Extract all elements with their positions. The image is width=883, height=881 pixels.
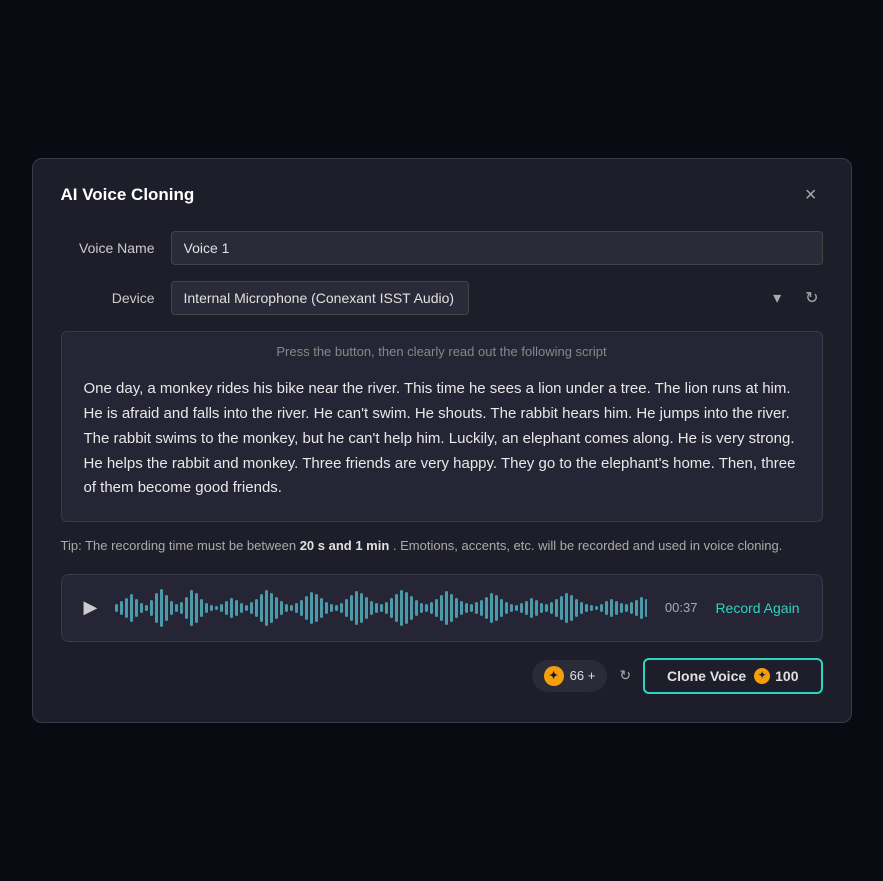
refresh-coins-button[interactable]: ↻ [619,667,631,684]
coin-icon: ✦ [544,666,564,686]
dialog-title: AI Voice Cloning [61,185,195,205]
device-label: Device [61,290,171,306]
script-hint: Press the button, then clearly read out … [62,332,822,367]
device-select[interactable]: Internal Microphone (Conexant ISST Audio… [171,281,469,315]
clone-voice-button[interactable]: Clone Voice ✦ 100 [643,658,822,694]
device-row: Device Internal Microphone (Conexant ISS… [61,281,823,315]
device-select-wrapper: Internal Microphone (Conexant ISST Audio… [171,281,792,315]
tip-bold: 20 s and 1 min [300,538,390,553]
voice-name-row: Voice Name [61,231,823,265]
coins-badge: ✦ 66 + [532,660,608,692]
close-button[interactable]: × [799,183,823,207]
ai-voice-cloning-dialog: AI Voice Cloning × Voice Name Device Int… [32,158,852,722]
script-container: Press the button, then clearly read out … [61,331,823,522]
play-button[interactable]: ▶ [80,597,102,618]
record-again-button[interactable]: Record Again [711,600,803,616]
clone-voice-label: Clone Voice [667,668,746,684]
waveform [115,589,647,627]
device-controls: Internal Microphone (Conexant ISST Audio… [171,281,823,315]
refresh-device-button[interactable]: ↻ [801,284,822,312]
tip-prefix: Tip: The recording time must be between [61,538,300,553]
tip-text: Tip: The recording time must be between … [61,536,823,556]
script-text: One day, a monkey rides his bike near th… [62,367,822,521]
player-row: ▶ 00:37 Record Again [61,574,823,642]
clone-cost-value: 100 [775,668,798,684]
dialog-header: AI Voice Cloning × [61,183,823,207]
voice-name-label: Voice Name [61,240,171,256]
clone-cost: ✦ 100 [754,668,798,684]
coins-amount: 66 + [570,668,596,683]
dialog-footer: ✦ 66 + ↻ Clone Voice ✦ 100 [61,658,823,694]
tip-suffix: . Emotions, accents, etc. will be record… [389,538,782,553]
time-label: 00:37 [661,600,697,615]
voice-name-input[interactable] [171,231,823,265]
cost-icon: ✦ [754,668,770,684]
